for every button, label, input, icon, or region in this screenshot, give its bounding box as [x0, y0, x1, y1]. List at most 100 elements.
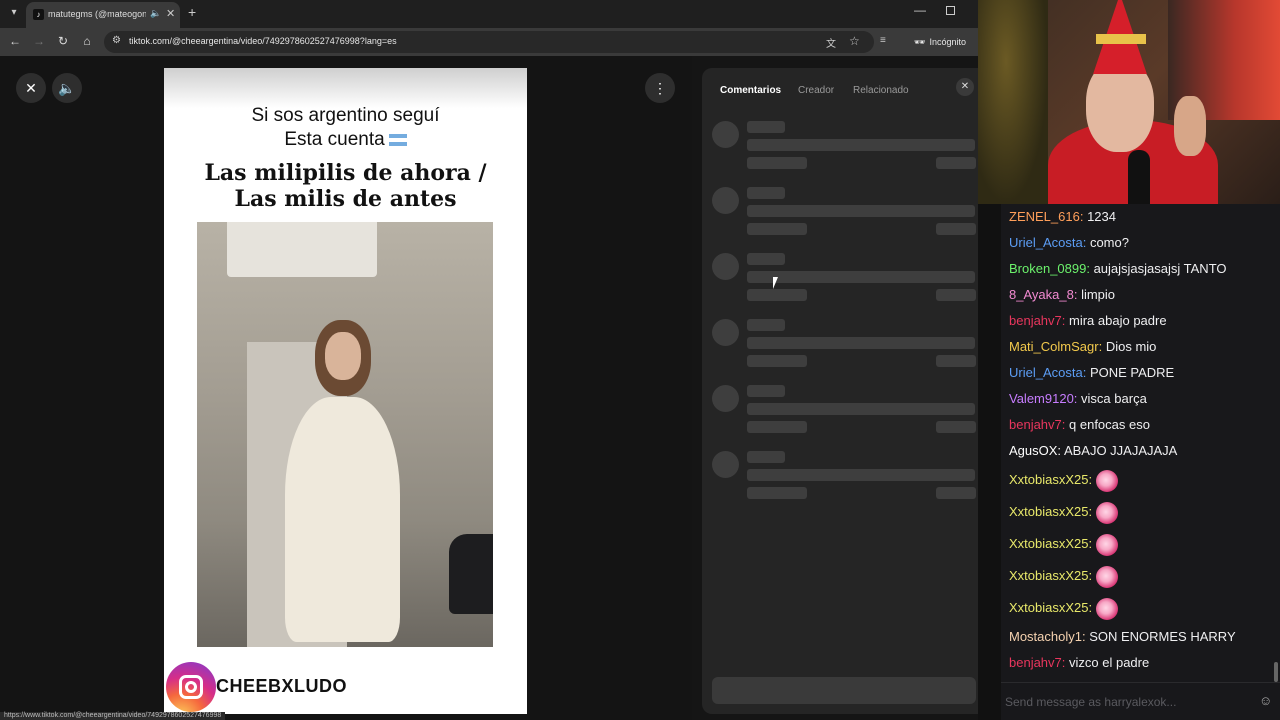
chat-divider	[978, 204, 1001, 720]
argentina-flag-icon	[388, 133, 407, 146]
emoji-icon[interactable]: ☺	[1259, 693, 1272, 708]
skeleton-bar	[936, 223, 976, 235]
chat-scrollbar[interactable]	[1274, 662, 1278, 682]
volume-icon[interactable]: 🔈	[52, 73, 82, 103]
chat-emote-icon	[1096, 565, 1119, 588]
more-options-icon[interactable]: ⋮	[645, 73, 675, 103]
skeleton-bar	[747, 205, 975, 217]
comment-input[interactable]	[712, 677, 976, 704]
skeleton-bar	[747, 157, 807, 169]
skeleton-avatar	[712, 253, 739, 280]
comment-skeleton	[702, 121, 978, 181]
forward-icon[interactable]: →	[31, 34, 47, 48]
minimize-icon[interactable]: —	[914, 3, 926, 17]
tab-close-icon[interactable]: ✕	[166, 7, 175, 20]
chat-emote-icon	[1096, 597, 1119, 620]
bookmark-star-icon[interactable]: ☆	[849, 34, 860, 48]
incognito-icon: 🕶	[914, 37, 926, 47]
instagram-logo-icon	[166, 662, 216, 712]
chat-username[interactable]: 8_Ayaka_8:	[1009, 287, 1077, 302]
background-plant	[978, 0, 1048, 204]
tiktok-favicon-icon: ♪	[33, 9, 44, 20]
incognito-label: Incógnito	[929, 37, 966, 47]
chat-message: XxtobiasxX25:	[1001, 464, 1280, 496]
back-icon[interactable]: ←	[7, 34, 23, 48]
chat-username[interactable]: benjahv7:	[1009, 313, 1065, 328]
instagram-logo-lens	[185, 681, 197, 693]
air-conditioner	[227, 222, 377, 277]
video-player-area: ✕ 🔈 ⋮ Si sos argentino seguí Esta cuenta…	[0, 56, 692, 720]
chat-text: PONE PADRE	[1089, 365, 1175, 380]
chat-username[interactable]: ZENEL_616:	[1009, 209, 1083, 224]
video-caption-line2: Esta cuenta	[284, 129, 385, 150]
stream-chat: ZENEL_616: 1234 Uriel_Acosta: como? Broken…	[1001, 204, 1280, 720]
skeleton-bar	[747, 385, 785, 397]
mouse-cursor-icon	[773, 277, 783, 289]
tab-creator[interactable]: Creador	[798, 85, 834, 96]
comment-skeleton	[702, 253, 978, 313]
status-bar-url: https://www.tiktok.com/@cheeargentina/vi…	[0, 712, 226, 720]
skeleton-bar	[747, 421, 807, 433]
maximize-icon[interactable]	[946, 6, 955, 15]
chat-message: XxtobiasxX25:	[1001, 592, 1280, 624]
skeleton-bar	[747, 139, 975, 151]
chat-username[interactable]: XxtobiasxX25:	[1009, 504, 1092, 519]
reload-icon[interactable]: ↻	[55, 34, 71, 48]
chat-message-list[interactable]: ZENEL_616: 1234 Uriel_Acosta: como? Broken…	[1001, 204, 1280, 676]
chat-text: Dios mio	[1105, 339, 1157, 354]
chat-message: benjahv7: q enfocas eso	[1001, 412, 1280, 438]
chat-username[interactable]: XxtobiasxX25:	[1009, 600, 1092, 615]
browser-tab[interactable]: ♪ matutegms (@mateogonzalez) 🔈 ✕	[26, 2, 180, 28]
tab-related[interactable]: Relacionado	[853, 85, 909, 96]
skeleton-bar	[747, 403, 975, 415]
tab-search-icon[interactable]: ▾	[6, 5, 22, 21]
chat-username[interactable]: Uriel_Acosta:	[1009, 235, 1086, 250]
comment-skeleton	[702, 451, 978, 511]
chat-text: aujajsjasjasajsj TANTO	[1093, 261, 1227, 276]
chat-username[interactable]: Valem9120:	[1009, 391, 1077, 406]
url-text[interactable]: tiktok.com/@cheeargentina/video/74929786…	[129, 36, 397, 46]
chat-text: como?	[1089, 235, 1129, 250]
chat-input-placeholder[interactable]: Send message as harryalexok...	[1005, 695, 1176, 709]
chat-input[interactable]: Send message as harryalexok... ☺	[1001, 682, 1280, 720]
chat-username[interactable]: AgusOX:	[1009, 443, 1061, 458]
reading-list-icon[interactable]: ≡	[880, 35, 886, 46]
tab-comments[interactable]: Comentarios	[720, 85, 781, 96]
chair	[449, 534, 493, 614]
incognito-badge[interactable]: 🕶 Incógnito	[906, 33, 974, 51]
chat-message: Uriel_Acosta: PONE PADRE	[1001, 360, 1280, 386]
chat-text: limpio	[1081, 287, 1116, 302]
site-info-icon[interactable]: ⚙	[112, 35, 121, 46]
chat-username[interactable]: benjahv7:	[1009, 417, 1065, 432]
new-tab-icon[interactable]: +	[188, 4, 196, 20]
video-frame[interactable]: Si sos argentino seguí Esta cuenta Las m…	[164, 68, 527, 714]
skeleton-avatar	[712, 187, 739, 214]
chat-username[interactable]: XxtobiasxX25:	[1009, 568, 1092, 583]
translate-icon[interactable]: 文	[826, 35, 836, 50]
chat-username[interactable]: XxtobiasxX25:	[1009, 536, 1092, 551]
home-icon[interactable]: ⌂	[79, 34, 95, 48]
chat-username[interactable]: Uriel_Acosta:	[1009, 365, 1086, 380]
chat-message: Valem9120: visca barça	[1001, 386, 1280, 412]
streamer-hand	[1174, 96, 1206, 156]
tab-audio-icon[interactable]: 🔈	[150, 8, 161, 19]
chat-message: Mati_ColmSagr: Dios mio	[1001, 334, 1280, 360]
skeleton-bar	[936, 157, 976, 169]
skeleton-bar	[747, 289, 807, 301]
close-panel-icon[interactable]: ✕	[956, 78, 974, 96]
browser-toolbar: ← → ↻ ⌂ ⚙ tiktok.com/@cheeargentina/vide…	[0, 28, 978, 56]
chat-username[interactable]: XxtobiasxX25:	[1009, 472, 1092, 487]
chat-emote-icon	[1096, 501, 1119, 524]
chat-text: mira abajo padre	[1069, 313, 1167, 328]
skeleton-bar	[747, 355, 807, 367]
address-bar[interactable]: ⚙ tiktok.com/@cheeargentina/video/749297…	[104, 31, 874, 53]
chat-username[interactable]: Mati_ColmSagr:	[1009, 339, 1102, 354]
white-dress	[285, 397, 400, 642]
chat-message: XxtobiasxX25:	[1001, 496, 1280, 528]
chat-text: 1234	[1087, 209, 1116, 224]
skeleton-bar	[747, 337, 975, 349]
chat-username[interactable]: benjahv7:	[1009, 655, 1065, 670]
chat-username[interactable]: Broken_0899:	[1009, 261, 1090, 276]
close-video-icon[interactable]: ✕	[16, 73, 46, 103]
chat-username[interactable]: Mostacholy1:	[1009, 629, 1086, 644]
